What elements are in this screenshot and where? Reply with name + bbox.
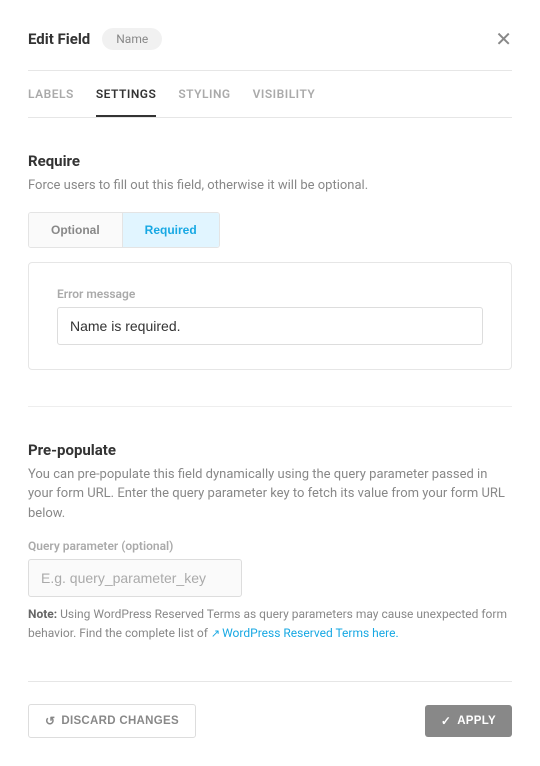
- error-message-panel: Error message: [28, 262, 512, 370]
- modal-title: Edit Field: [28, 30, 90, 48]
- discard-changes-button[interactable]: ↺ DISCARD CHANGES: [28, 704, 196, 738]
- reserved-terms-note: Note: Using WordPress Reserved Terms as …: [28, 605, 512, 643]
- require-section: Require Force users to fill out this fie…: [28, 118, 512, 370]
- query-param-input[interactable]: [28, 559, 242, 597]
- require-description: Force users to fill out this field, othe…: [28, 176, 512, 196]
- modal-header: Edit Field Name ✕: [28, 0, 512, 70]
- tab-labels[interactable]: LABELS: [28, 71, 74, 117]
- close-icon[interactable]: ✕: [495, 29, 512, 49]
- tab-settings[interactable]: SETTINGS: [96, 71, 157, 117]
- tab-styling[interactable]: STYLING: [178, 71, 230, 117]
- edit-field-modal: Edit Field Name ✕ LABELS SETTINGS STYLIN…: [0, 0, 540, 766]
- required-button[interactable]: Required: [123, 213, 219, 247]
- require-heading: Require: [28, 152, 512, 170]
- query-param-label: Query parameter (optional): [28, 539, 512, 553]
- note-bold: Note:: [28, 607, 57, 621]
- require-toggle: Optional Required: [28, 212, 220, 248]
- field-name-chip: Name: [102, 28, 162, 50]
- optional-button[interactable]: Optional: [29, 213, 123, 247]
- tab-visibility[interactable]: VISIBILITY: [253, 71, 316, 117]
- prepopulate-heading: Pre-populate: [28, 441, 512, 459]
- apply-label: APPLY: [457, 715, 496, 727]
- error-message-label: Error message: [57, 287, 483, 301]
- apply-button[interactable]: ✓ APPLY: [425, 705, 512, 737]
- external-link-icon: ↗: [211, 625, 220, 643]
- discard-label: DISCARD CHANGES: [61, 715, 179, 727]
- reserved-terms-link[interactable]: WordPress Reserved Terms here.: [222, 626, 399, 640]
- error-message-input[interactable]: [57, 307, 483, 345]
- prepopulate-description: You can pre-populate this field dynamica…: [28, 465, 512, 524]
- check-icon: ✓: [441, 715, 451, 727]
- prepopulate-section: Pre-populate You can pre-populate this f…: [28, 407, 512, 644]
- tabs-bar: LABELS SETTINGS STYLING VISIBILITY: [28, 70, 512, 118]
- modal-footer: ↺ DISCARD CHANGES ✓ APPLY: [28, 681, 512, 738]
- undo-icon: ↺: [45, 715, 55, 727]
